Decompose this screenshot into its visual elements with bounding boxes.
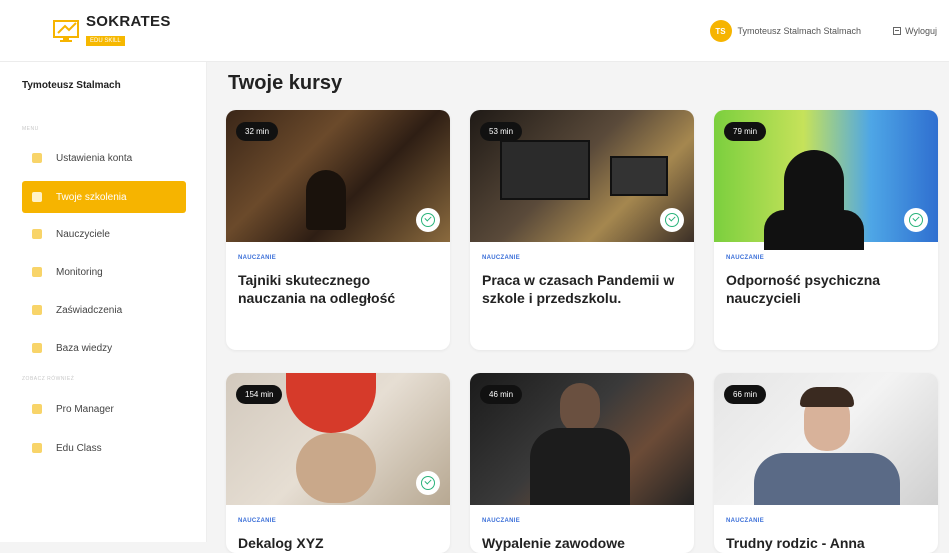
sidebar-item-label: Nauczyciele [56, 228, 110, 240]
sidebar-item-label: Edu Class [56, 442, 102, 454]
sidebar-item-pro-manager[interactable]: Pro Manager [22, 393, 186, 425]
logout-button[interactable]: Wyloguj [893, 26, 937, 36]
course-image: 32 min [226, 110, 450, 242]
gear-icon [32, 153, 42, 163]
course-card[interactable]: 46 min NAUCZANIE Wypalenie zawodowe [470, 373, 694, 553]
duration-badge: 46 min [480, 385, 523, 404]
logout-label: Wyloguj [905, 26, 937, 36]
duration-badge: 66 min [724, 385, 767, 404]
sidebar-section-menu: MENU [22, 126, 39, 132]
completed-check-icon [904, 208, 928, 232]
course-image: 79 min [714, 110, 938, 250]
course-title: Praca w czasach Pandemii w szkole i prze… [482, 272, 675, 306]
duration-badge: 53 min [480, 122, 523, 141]
course-card[interactable]: 32 min NAUCZANIE Tajniki skutecznego nau… [226, 110, 450, 350]
course-card[interactable]: 79 min NAUCZANIE Odporność psychiczna na… [714, 110, 938, 350]
briefcase-icon [32, 404, 42, 414]
sidebar-item-label: Ustawienia konta [56, 152, 133, 164]
sidebar-item-account-settings[interactable]: Ustawienia konta [22, 142, 186, 174]
duration-badge: 154 min [236, 385, 283, 404]
top-bar: SOKRATES EDU SKILL TS Tymoteusz Stalmach… [0, 0, 949, 62]
duration-badge: 79 min [724, 122, 767, 141]
sidebar-item-your-trainings[interactable]: Twoje szkolenia [22, 181, 186, 213]
sidebar-item-monitoring[interactable]: Monitoring [22, 256, 186, 288]
folder-icon [32, 343, 42, 353]
course-category: NAUCZANIE [238, 518, 277, 524]
course-category: NAUCZANIE [482, 518, 521, 524]
sidebar: Tymoteusz Stalmach MENU Ustawienia konta… [0, 62, 207, 542]
course-card[interactable]: 66 min NAUCZANIE Trudny rodzic - Anna [714, 373, 938, 553]
certificate-icon [32, 305, 42, 315]
avatar[interactable]: TS [709, 20, 732, 42]
logo-title: SOKRATES [86, 13, 171, 30]
duration-badge: 32 min [236, 122, 279, 141]
course-title: Wypalenie zawodowe [482, 535, 625, 551]
user-area: TS Tymoteusz Stalmach Stalmach Wyloguj [709, 20, 937, 42]
course-image: 154 min [226, 373, 450, 505]
completed-check-icon [416, 471, 440, 495]
sidebar-section-other: ZOBACZ RÓWNIEŻ [22, 376, 75, 382]
logo[interactable]: SOKRATES EDU SKILL [52, 14, 171, 47]
course-title: Tajniki skutecznego nauczania na odległo… [238, 272, 396, 306]
course-category: NAUCZANIE [238, 255, 277, 261]
user-name[interactable]: Tymoteusz Stalmach Stalmach [738, 26, 862, 36]
page-title: Twoje kursy [228, 72, 343, 94]
course-category: NAUCZANIE [726, 255, 765, 261]
sidebar-item-label: Twoje szkolenia [56, 191, 127, 203]
shield-icon [32, 443, 42, 453]
sidebar-item-label: Pro Manager [56, 403, 114, 415]
sidebar-item-edu-class[interactable]: Edu Class [22, 432, 186, 464]
completed-check-icon [660, 208, 684, 232]
course-category: NAUCZANIE [482, 255, 521, 261]
logo-icon [52, 17, 82, 45]
course-image: 66 min [714, 373, 938, 505]
course-card[interactable]: 154 min NAUCZANIE Dekalog XYZ [226, 373, 450, 553]
course-title: Odporność psychiczna nauczycieli [726, 272, 881, 306]
sidebar-item-knowledge-base[interactable]: Baza wiedzy [22, 332, 186, 364]
monitor-icon [32, 267, 42, 277]
completed-check-icon [416, 208, 440, 232]
sidebar-item-certificates[interactable]: Zaświadczenia [22, 294, 186, 326]
sidebar-user-name: Tymoteusz Stalmach [22, 80, 121, 91]
course-category: NAUCZANIE [726, 518, 765, 524]
course-card[interactable]: 53 min NAUCZANIE Praca w czasach Pandemi… [470, 110, 694, 350]
sidebar-item-label: Zaświadczenia [56, 304, 123, 316]
logo-subtitle: EDU SKILL [86, 36, 125, 46]
course-title: Trudny rodzic - Anna [726, 535, 865, 551]
users-icon [32, 229, 42, 239]
course-image: 46 min [470, 373, 694, 505]
logout-icon [893, 27, 902, 35]
sidebar-item-teachers[interactable]: Nauczyciele [22, 218, 186, 250]
book-icon [32, 192, 42, 202]
sidebar-item-label: Monitoring [56, 266, 103, 278]
course-image: 53 min [470, 110, 694, 242]
course-title: Dekalog XYZ [238, 535, 324, 551]
sidebar-item-label: Baza wiedzy [56, 342, 113, 354]
